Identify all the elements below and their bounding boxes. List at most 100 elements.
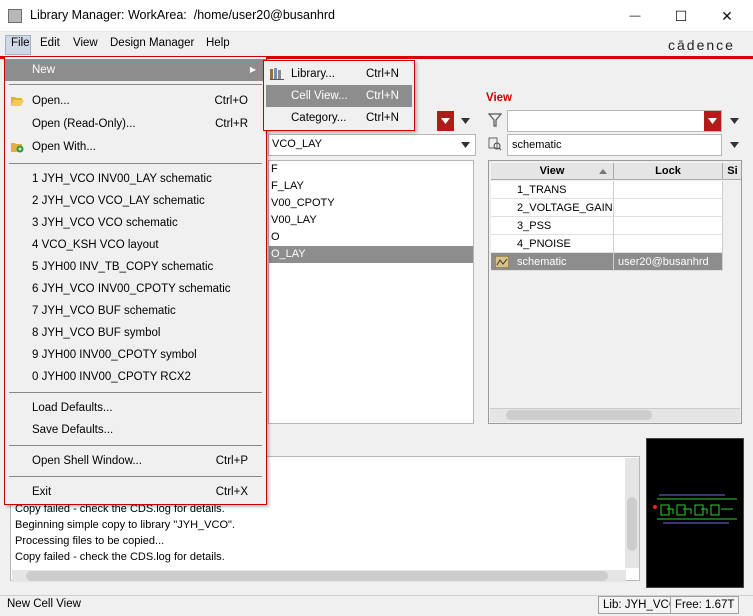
submenu-item-cell-view[interactable]: Cell View... Ctrl+N	[266, 85, 412, 107]
table-row[interactable]: 2_VOLTAGE_GAIN	[491, 199, 741, 217]
menu-item-load-defaults[interactable]: Load Defaults...	[5, 397, 266, 419]
submenu-item-category[interactable]: Category... Ctrl+N	[266, 107, 412, 129]
cell-search-value: VCO_LAY	[272, 138, 322, 150]
view-cell: 1_TRANS	[491, 181, 614, 199]
log-vscroll-thumb[interactable]	[627, 497, 637, 551]
menu-item-recent[interactable]: 5 JYH00 INV_TB_COPY schematic	[5, 256, 266, 278]
view-filter-combo[interactable]	[507, 110, 722, 132]
chevron-down-icon	[461, 142, 470, 148]
view-table[interactable]: View Lock Si 1_TRANS 2_VOLTAGE_GAIN 3_PS…	[488, 160, 742, 424]
sort-asc-icon	[599, 169, 607, 174]
menu-separator	[9, 163, 262, 164]
table-row-selected[interactable]: schematic user20@busanhrd	[491, 253, 741, 271]
submenu-item-library[interactable]: Library... Ctrl+N	[266, 63, 412, 85]
submenu-item-label: Cell View...	[291, 90, 348, 102]
menu-item-recent[interactable]: 1 JYH_VCO INV00_LAY schematic	[5, 168, 266, 190]
library-combo-arrow[interactable]	[437, 111, 454, 131]
folder-open-icon	[11, 97, 24, 106]
menu-item-recent[interactable]: 6 JYH_VCO INV00_CPOTY schematic	[5, 278, 266, 300]
menu-item-recent[interactable]: 7 JYH_VCO BUF schematic	[5, 300, 266, 322]
log-line: Processing files to be copied...	[15, 535, 165, 547]
view-table-hscroll-thumb[interactable]	[506, 410, 652, 420]
log-line: Beginning simple copy to library "JYH_VC…	[15, 519, 235, 531]
menu-item-recent[interactable]: 4 VCO_KSH VCO layout	[5, 234, 266, 256]
lock-cell: user20@busanhrd	[614, 253, 723, 271]
log-hscroll-thumb[interactable]	[26, 571, 608, 581]
menu-item-open-read-only[interactable]: Open (Read-Only)... Ctrl+R	[5, 113, 266, 135]
filter-icon[interactable]	[488, 113, 502, 127]
cell-row[interactable]: V00_CPOTY	[269, 195, 473, 212]
menu-item-recent[interactable]: 3 JYH_VCO VCO schematic	[5, 212, 266, 234]
menu-separator	[9, 476, 262, 477]
menu-item-label: 3 JYH_VCO VCO schematic	[32, 217, 178, 229]
table-row[interactable]: 3_PSS	[491, 217, 741, 235]
menu-item-save-defaults[interactable]: Save Defaults...	[5, 419, 266, 441]
menu-item-recent[interactable]: 0 JYH00 INV00_CPOTY RCX2	[5, 366, 266, 388]
menu-item-label: Open Shell Window...	[32, 455, 142, 467]
close-button[interactable]: ✕	[715, 6, 739, 26]
menu-item-label: Open...	[32, 95, 70, 107]
menu-item-label: 1 JYH_VCO INV00_LAY schematic	[32, 173, 212, 185]
menu-item-label: 5 JYH00 INV_TB_COPY schematic	[32, 261, 214, 273]
menu-item-exit[interactable]: Exit Ctrl+X	[5, 481, 266, 503]
submenu-arrow-icon: ▶	[249, 65, 256, 74]
view-cell: 2_VOLTAGE_GAIN	[491, 199, 614, 217]
menu-edit[interactable]: Edit	[40, 37, 60, 49]
column-header-label: View	[539, 165, 565, 177]
menu-item-new[interactable]: New ▶	[5, 59, 266, 81]
menu-separator	[9, 445, 262, 446]
menu-item-recent[interactable]: 8 JYH_VCO BUF symbol	[5, 322, 266, 344]
maximize-button[interactable]: ☐	[669, 6, 693, 26]
menu-item-open[interactable]: Open... Ctrl+O	[5, 90, 266, 112]
chevron-down-icon[interactable]	[730, 118, 739, 124]
view-cell: 3_PSS	[491, 217, 614, 235]
menu-design-manager[interactable]: Design Manager	[110, 37, 194, 49]
menu-item-recent[interactable]: 2 JYH_VCO VCO_LAY schematic	[5, 190, 266, 212]
chevron-down-icon	[708, 118, 717, 124]
menu-item-open-shell-window[interactable]: Open Shell Window... Ctrl+P	[5, 450, 266, 472]
cell-row[interactable]: V00_LAY	[269, 212, 473, 229]
submenu-item-label: Category...	[291, 112, 347, 124]
menu-help[interactable]: Help	[206, 37, 230, 49]
menu-item-label: 9 JYH00 INV00_CPOTY symbol	[32, 349, 197, 361]
search-icon	[488, 137, 502, 151]
window-title: Library Manager: WorkArea: /home/user20@…	[30, 8, 335, 22]
table-row[interactable]: 1_TRANS	[491, 181, 741, 199]
column-header-size[interactable]: Si	[723, 163, 741, 180]
cell-list[interactable]: F F_LAY V00_CPOTY V00_LAY O O_LAY	[268, 160, 474, 424]
cell-row[interactable]: F	[269, 161, 473, 178]
menu-item-label: 7 JYH_VCO BUF schematic	[32, 305, 176, 317]
column-header-lock[interactable]: Lock	[614, 163, 723, 180]
menu-view[interactable]: View	[73, 37, 98, 49]
menu-item-label: Open With...	[32, 141, 96, 153]
column-header-view[interactable]: View	[491, 163, 614, 180]
minimize-button[interactable]: —	[623, 6, 647, 26]
table-row[interactable]: 4_PNOISE	[491, 235, 741, 253]
menu-file[interactable]: File	[11, 37, 30, 49]
chevron-down-icon[interactable]	[461, 118, 470, 124]
cell-row[interactable]: O	[269, 229, 473, 246]
menu-item-label: Open (Read-Only)...	[32, 118, 136, 130]
menu-item-recent[interactable]: 9 JYH00 INV00_CPOTY symbol	[5, 344, 266, 366]
menu-item-open-with[interactable]: Open With...	[5, 136, 266, 158]
menu-item-label: Exit	[32, 486, 52, 498]
new-submenu: Library... Ctrl+N Cell View... Ctrl+N Ca…	[263, 60, 415, 131]
chevron-down-icon[interactable]	[730, 142, 739, 148]
view-search-input[interactable]: schematic	[507, 134, 722, 156]
cell-row[interactable]: F_LAY	[269, 178, 473, 195]
file-menu: New ▶ Open... Ctrl+O Open (Read-Only)...…	[4, 56, 267, 505]
menu-item-label: Load Defaults...	[32, 402, 113, 414]
menu-shortcut: Ctrl+N	[366, 90, 399, 102]
cell-search-combo[interactable]: VCO_LAY	[268, 134, 476, 156]
app-icon	[8, 9, 22, 23]
filter-combo-arrow[interactable]	[704, 111, 721, 131]
cell-row-selected[interactable]: O_LAY	[269, 246, 473, 263]
menu-shortcut: Ctrl+N	[366, 112, 399, 124]
lock-cell	[614, 235, 723, 253]
menu-item-label: 8 JYH_VCO BUF symbol	[32, 327, 161, 339]
lock-cell	[614, 217, 723, 235]
status-free-space: Free: 1.67T	[670, 596, 740, 614]
schematic-icon	[495, 256, 509, 268]
menu-item-label: 4 VCO_KSH VCO layout	[32, 239, 159, 251]
log-line: Copy failed - check the CDS.log for deta…	[15, 551, 225, 563]
